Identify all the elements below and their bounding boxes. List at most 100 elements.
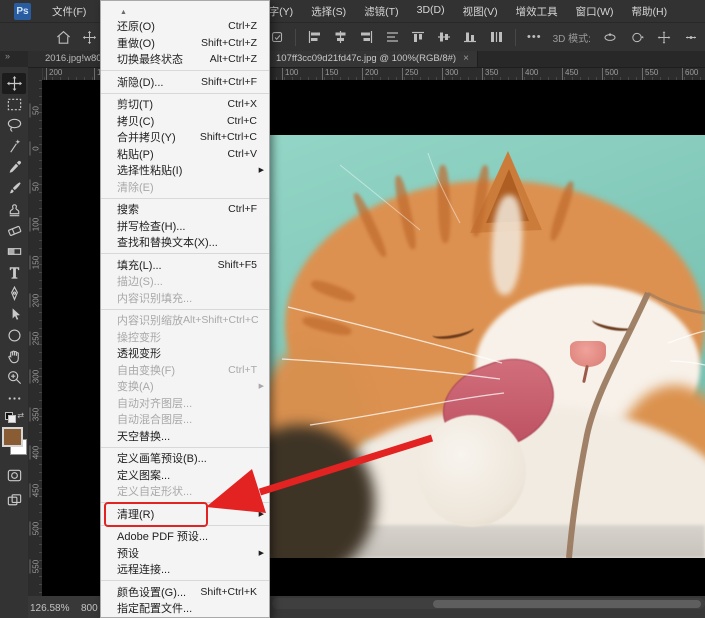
pen-tool-icon[interactable] xyxy=(2,283,26,304)
hand-tool-icon[interactable] xyxy=(2,346,26,367)
zoom-level[interactable]: 126.58% xyxy=(30,603,69,614)
distribute-icon[interactable] xyxy=(489,30,504,44)
menu-item-label: 切换最终状态 xyxy=(117,51,183,67)
menu-item-shortcut: Ctrl+V xyxy=(228,148,257,160)
photoshop-logo-icon[interactable]: Ps xyxy=(14,3,31,20)
menu-item[interactable]: 天空替换... xyxy=(101,428,269,445)
menu-item[interactable]: 搜索Ctrl+F xyxy=(101,201,269,218)
brush-tool-icon[interactable] xyxy=(2,178,26,199)
ruler-label: 150 xyxy=(322,68,338,80)
menubar-item[interactable]: 帮助(H) xyxy=(628,2,672,21)
horizontal-scrollbar[interactable] xyxy=(272,598,705,609)
align-center-horizontal-icon[interactable] xyxy=(333,30,348,44)
3d-roll-icon[interactable] xyxy=(629,30,645,45)
document-canvas-cat-photo[interactable] xyxy=(270,135,705,558)
menu-item[interactable]: 查找和替换文本(X)... xyxy=(101,234,269,251)
menu-item[interactable]: 还原(O)Ctrl+Z xyxy=(101,18,269,35)
menu-item[interactable]: 描边(S)... xyxy=(101,273,269,290)
swap-colors-icon[interactable]: ⇄ xyxy=(17,411,24,420)
menu-item[interactable]: 自由变换(F)Ctrl+T xyxy=(101,362,269,379)
menu-item[interactable]: 远程连接... xyxy=(101,561,269,578)
eraser-tool-icon[interactable] xyxy=(2,220,26,241)
tab-overflow-icon[interactable]: » xyxy=(5,51,10,61)
menu-item-label: 自动对齐图层... xyxy=(117,395,192,411)
eyedropper-tool-icon[interactable] xyxy=(2,157,26,178)
menu-item-label: 重做(O) xyxy=(117,35,155,51)
menu-item[interactable]: 颜色设置(G)...Shift+Ctrl+K xyxy=(101,584,269,601)
menu-item[interactable]: 操控变形 xyxy=(101,329,269,346)
menu-item[interactable]: 切换最终状态 Alt+Ctrl+Z xyxy=(101,51,269,68)
horizontal-scrollbar-thumb[interactable] xyxy=(433,600,701,608)
menu-scroll-up-icon[interactable]: ▲ xyxy=(101,7,269,18)
menu-item[interactable]: 指定配置文件... xyxy=(101,600,269,617)
align-justify-icon[interactable] xyxy=(385,30,400,44)
gradient-tool-icon[interactable] xyxy=(2,241,26,262)
menu-item[interactable]: 变换(A)▶ xyxy=(101,378,269,395)
more-options-icon[interactable]: ••• xyxy=(527,31,542,43)
quick-selection-tool-icon[interactable] xyxy=(2,136,26,157)
rectangular-marquee-tool-icon[interactable] xyxy=(2,94,26,115)
zoom-tool-icon[interactable] xyxy=(2,367,26,388)
menu-item[interactable]: 清理(R)▶ xyxy=(101,506,269,523)
3d-pan-icon[interactable] xyxy=(656,30,672,45)
lasso-tool-icon[interactable] xyxy=(2,115,26,136)
quick-mask-icon[interactable] xyxy=(2,465,26,486)
menu-item[interactable]: 清除(E) xyxy=(101,179,269,196)
menu-item[interactable]: 自动混合图层... xyxy=(101,411,269,428)
menubar-item[interactable]: 3D(D) xyxy=(413,2,449,21)
align-top-icon[interactable] xyxy=(411,30,426,44)
type-tool-icon[interactable] xyxy=(2,262,26,283)
menu-item-label: 透视变形 xyxy=(117,345,161,361)
menu-item[interactable]: 合并拷贝(Y)Shift+Ctrl+C xyxy=(101,129,269,146)
menu-item[interactable]: 自动对齐图层... xyxy=(101,395,269,412)
menubar-item[interactable]: 增效工具 xyxy=(512,2,562,21)
menu-separator xyxy=(101,580,269,581)
clone-stamp-tool-icon[interactable] xyxy=(2,199,26,220)
menu-item-shortcut: Shift+Ctrl+F xyxy=(201,76,257,88)
align-middle-icon[interactable] xyxy=(437,30,452,44)
screen-mode-icon[interactable] xyxy=(2,490,26,511)
menubar-item[interactable]: 窗口(W) xyxy=(572,2,618,21)
menu-item[interactable]: 拷贝(C)Ctrl+C xyxy=(101,113,269,130)
ellipse-shape-tool-icon[interactable] xyxy=(2,325,26,346)
menubar-item[interactable]: 选择(S) xyxy=(307,2,350,21)
move-tool-icon[interactable] xyxy=(2,73,26,94)
menu-item[interactable]: 渐隐(D)... Shift+Ctrl+F xyxy=(101,74,269,91)
align-bottom-icon[interactable] xyxy=(463,30,478,44)
align-options-icon[interactable] xyxy=(271,31,284,44)
3d-slide-icon[interactable] xyxy=(683,30,699,45)
menu-item-label: 渐隐(D)... xyxy=(117,74,163,90)
menubar-item[interactable]: 文件(F) xyxy=(48,2,90,21)
align-right-icon[interactable] xyxy=(359,30,374,44)
vertical-ruler[interactable]: 50050100150200250300350400450500550 xyxy=(28,80,42,596)
menu-item[interactable]: 内容识别填充... xyxy=(101,290,269,307)
menu-item-shortcut: Alt+Ctrl+Z xyxy=(210,53,257,65)
close-tab-icon[interactable]: × xyxy=(463,53,469,64)
path-selection-tool-icon[interactable] xyxy=(2,304,26,325)
default-colors-icon[interactable]: ⇄ xyxy=(3,411,25,425)
menu-item-shortcut: Alt+Shift+Ctrl+C xyxy=(183,314,259,326)
ruler-label: 350 xyxy=(482,68,498,80)
menu-item[interactable]: 重做(O)Shift+Ctrl+Z xyxy=(101,35,269,52)
menu-item[interactable]: 透视变形 xyxy=(101,345,269,362)
home-icon[interactable] xyxy=(55,29,72,46)
menu-item[interactable]: 填充(L)...Shift+F5 xyxy=(101,257,269,274)
menu-item[interactable]: 预设▶ xyxy=(101,545,269,562)
menu-item[interactable]: 定义自定形状... xyxy=(101,483,269,500)
move-tool-options-icon[interactable] xyxy=(82,30,97,45)
menu-item[interactable]: 内容识别缩放Alt+Shift+Ctrl+C xyxy=(101,312,269,329)
foreground-color-swatch[interactable] xyxy=(2,427,23,447)
menu-item[interactable]: Adobe PDF 预设... xyxy=(101,528,269,545)
align-left-icon[interactable] xyxy=(307,30,322,44)
menu-item[interactable]: 剪切(T)Ctrl+X xyxy=(101,96,269,113)
menu-item[interactable]: 定义图案... xyxy=(101,467,269,484)
menu-item[interactable]: 粘贴(P)Ctrl+V xyxy=(101,146,269,163)
menu-item[interactable]: 拼写检查(H)... xyxy=(101,218,269,235)
edit-toolbar-tool-icon[interactable] xyxy=(2,388,26,409)
3d-orbit-icon[interactable] xyxy=(602,30,618,45)
menu-item[interactable]: 选择性粘贴(I)▶ xyxy=(101,162,269,179)
menu-item[interactable]: 定义画笔预设(B)... xyxy=(101,450,269,467)
menubar-item[interactable]: 视图(V) xyxy=(459,2,502,21)
menubar-item[interactable]: 滤镜(T) xyxy=(360,2,402,21)
document-tab-active[interactable]: 107ff3cc09d21fd47c.jpg @ 100%(RGB/8#) × xyxy=(268,50,478,67)
